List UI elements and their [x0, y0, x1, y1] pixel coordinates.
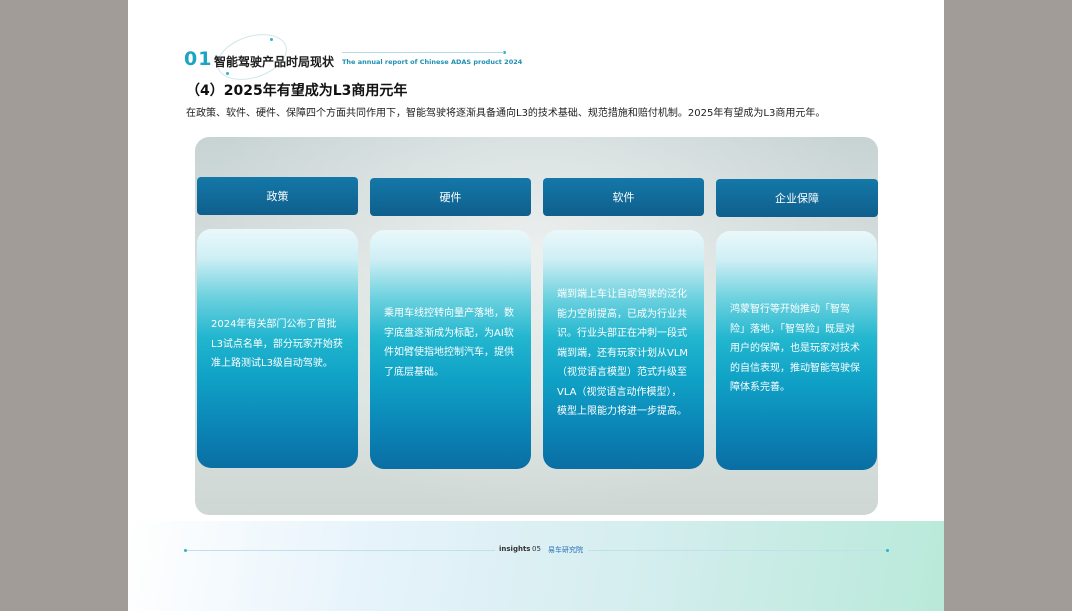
report-page: 01 智能驾驶产品时局现状 The annual report of Chine… — [128, 0, 944, 611]
orbit-dot — [270, 38, 273, 41]
column-header-software: 软件 — [543, 178, 704, 216]
footer-line-right — [588, 550, 886, 551]
card-enterprise-text: 鸿蒙智行等开始推动「智驾险」落地，「智驾险」既是对用户的保障，也是玩家对技术的自… — [730, 304, 860, 393]
section-number: 01 — [184, 48, 213, 70]
column-header-hardware: 硬件 — [370, 178, 531, 216]
footer-dot-right — [886, 549, 889, 552]
card-software-text: 端到端上车让自动驾驶的泛化能力空前提高，已成为行业共识。行业头部正在冲刺一段式端… — [557, 289, 689, 417]
orbit-dot — [226, 72, 229, 75]
footer-line-left — [185, 550, 495, 551]
intro-paragraph: 在政策、软件、硬件、保障四个方面共同作用下，智能驾驶将逐渐具备通向L3的技术基础… — [186, 108, 826, 119]
card-policy: 2024年有关部门公布了首批L3试点名单，部分玩家开始获准上路测试L3级自动驾驶… — [197, 229, 358, 468]
page-bottom-glow — [128, 521, 944, 611]
footer-brand: insights — [499, 545, 531, 553]
footer-dot-left — [184, 549, 187, 552]
card-hardware-text: 乘用车线控转向量产落地，数字底盘逐渐成为标配，为AI软件如臂使指地控制汽车，提供… — [384, 308, 514, 378]
card-hardware: 乘用车线控转向量产落地，数字底盘逐渐成为标配，为AI软件如臂使指地控制汽车，提供… — [370, 230, 531, 469]
card-enterprise: 鸿蒙智行等开始推动「智驾险」落地，「智驾险」既是对用户的保障，也是玩家对技术的自… — [716, 231, 877, 470]
section-title: 智能驾驶产品时局现状 — [214, 55, 335, 69]
column-header-policy: 政策 — [197, 177, 358, 215]
page-heading: （4）2025年有望成为L3商用元年 — [186, 83, 408, 99]
section-divider — [342, 52, 504, 53]
column-header-enterprise: 企业保障 — [716, 179, 878, 217]
card-policy-text: 2024年有关部门公布了首批L3试点名单，部分玩家开始获准上路测试L3级自动驾驶… — [211, 319, 343, 369]
footer-partner-logo: 易车研究院 — [548, 546, 583, 554]
footer-page-number: 05 — [532, 545, 541, 553]
card-software: 端到端上车让自动驾驶的泛化能力空前提高，已成为行业共识。行业头部正在冲刺一段式端… — [543, 230, 704, 469]
section-subtitle: The annual report of Chinese ADAS produc… — [342, 58, 523, 66]
